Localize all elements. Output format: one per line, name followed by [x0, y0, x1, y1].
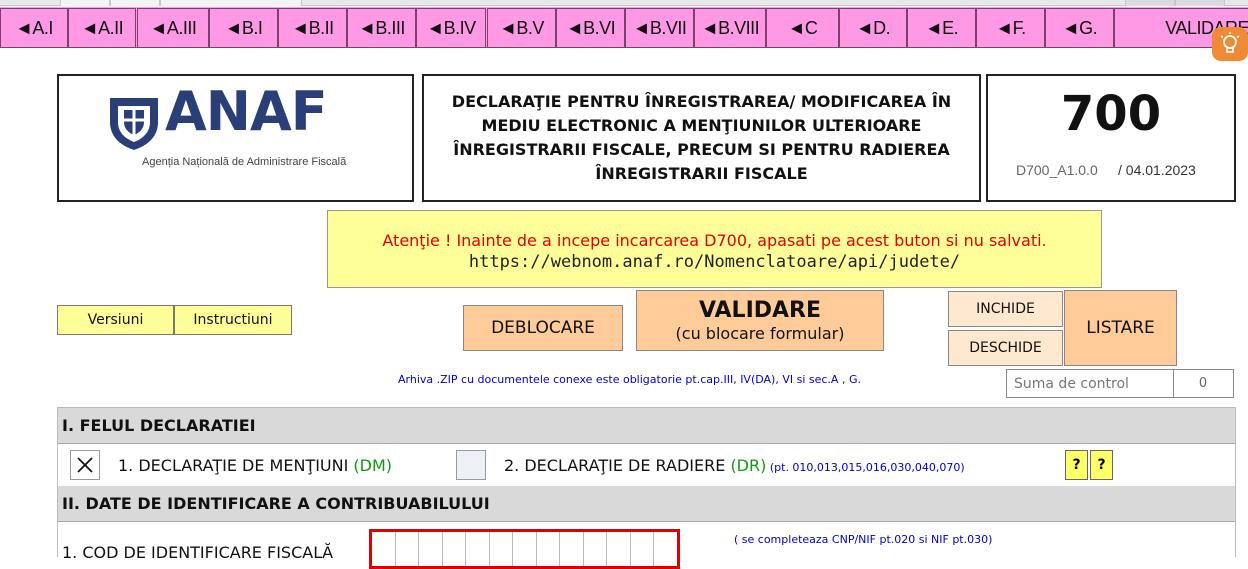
nav-btn-b6[interactable]: ◄B.VI	[556, 8, 625, 48]
nav-btn-b5[interactable]: ◄B.V	[487, 8, 556, 48]
nav-btn-b4[interactable]: ◄B.IV	[416, 8, 486, 48]
inchide-button[interactable]: INCHIDE	[948, 291, 1063, 327]
lightbulb-icon[interactable]	[1212, 27, 1248, 61]
cif-row: 1. COD DE IDENTIFICARE FISCALĂ ( se comp…	[58, 523, 1235, 569]
suma-control-field: Suma de control 0	[1006, 369, 1234, 398]
judete-notice-button[interactable]: Atenţie ! Inainte de a incepe incarcarea…	[327, 210, 1102, 288]
form-version: D700_A1.0.0	[1016, 162, 1098, 178]
form-number-box: 700 D700_A1.0.0 / 04.01.2023	[986, 74, 1236, 202]
declaration-type-row: 1. DECLARAŢIE DE MENŢIUNI (DM) 2. DECLAR…	[58, 445, 1235, 485]
nav-btn-f[interactable]: ◄F.	[976, 8, 1045, 48]
anaf-shield-icon	[108, 96, 160, 156]
cif-digit-cell	[396, 532, 420, 566]
top-strip-tab	[110, 0, 160, 6]
cif-digit-cell	[607, 532, 631, 566]
nav-btn-g[interactable]: ◄G.	[1045, 8, 1114, 48]
cif-digit-cell	[560, 532, 584, 566]
dm-checkbox[interactable]	[70, 450, 100, 480]
nav-btn-b3[interactable]: ◄B.III	[347, 8, 416, 48]
section-date-identificare-header: II. DATE DE IDENTIFICARE A CONTRIBUABILU…	[58, 486, 1235, 522]
cif-digit-cell	[372, 532, 396, 566]
listare-button[interactable]: LISTARE	[1064, 290, 1177, 366]
cif-digit-cell	[584, 532, 608, 566]
deschide-button[interactable]: DESCHIDE	[948, 330, 1063, 366]
nav-btn-a3[interactable]: ◄A.III	[137, 8, 209, 48]
dm-label-text: 1. DECLARAŢIE DE MENŢIUNI	[118, 456, 354, 475]
cif-digit-cell	[490, 532, 514, 566]
help-button-dr[interactable]: ?	[1090, 450, 1113, 480]
nav-btn-a1[interactable]: ◄A.I	[0, 8, 68, 48]
logo-box: ANAF Agenția Națională de Administrare F…	[57, 74, 414, 202]
nav-btn-b2[interactable]: ◄B.II	[278, 8, 347, 48]
validare-sublabel: (cu blocare formular)	[675, 323, 845, 343]
form-date: / 04.01.2023	[1118, 162, 1196, 178]
form-number: 700	[1060, 86, 1162, 142]
top-strip-tab	[60, 0, 110, 6]
x-mark-icon	[77, 457, 93, 473]
cif-digit-cell	[537, 532, 561, 566]
help-button-dm[interactable]: ?	[1065, 450, 1088, 480]
declaration-title: DECLARAŢIE PENTRU ÎNREGISTRAREA/ MODIFIC…	[451, 92, 952, 183]
nav-btn-d[interactable]: ◄D.	[839, 8, 907, 48]
notice-url-text: https://webnom.anaf.ro/Nomenclatoare/api…	[468, 252, 961, 272]
anaf-logo-subtitle: Agenția Națională de Administrare Fiscal…	[142, 156, 347, 168]
instructiuni-button[interactable]: Instructiuni	[174, 305, 292, 335]
top-strip-tab	[1125, 0, 1175, 6]
cif-digit-cell	[443, 532, 467, 566]
dr-note: (pt. 010,013,015,016,030,040,070)	[766, 461, 965, 474]
notice-warning-text: Atenţie ! Inainte de a incepe incarcarea…	[382, 231, 1047, 250]
dm-code: (DM)	[353, 456, 393, 475]
deblocare-label: DEBLOCARE	[491, 318, 595, 338]
cif-digit-cell	[419, 532, 443, 566]
form-body: I. FELUL DECLARATIEI 1. DECLARAŢIE DE ME…	[57, 407, 1236, 569]
suma-control-label: Suma de control	[1014, 376, 1129, 392]
validare-label: VALIDARE	[698, 297, 822, 323]
cif-note: ( se completeaza CNP/NIF pt.020 si NIF p…	[734, 533, 993, 546]
suma-control-value: 0	[1198, 376, 1208, 391]
listare-label: LISTARE	[1086, 318, 1155, 338]
cif-digit-cell	[513, 532, 537, 566]
validare-button[interactable]: VALIDARE (cu blocare formular)	[636, 290, 884, 351]
dr-label-text: 2. DECLARAŢIE DE RADIERE	[504, 456, 731, 475]
nav-btn-c[interactable]: ◄C	[766, 8, 839, 48]
nav-btn-b7[interactable]: ◄B.VII	[625, 8, 694, 48]
section-felul-declaratiei-header: I. FELUL DECLARATIEI	[58, 408, 1235, 444]
anaf-logo-text: ANAF	[165, 80, 328, 143]
nav-btn-b8[interactable]: ◄B.VIII	[694, 8, 766, 48]
deblocare-button[interactable]: DEBLOCARE	[463, 305, 623, 351]
nav-btn-e[interactable]: ◄E.	[907, 8, 976, 48]
cif-label: 1. COD DE IDENTIFICARE FISCALĂ	[62, 543, 334, 562]
cif-digit-cell	[654, 532, 677, 566]
cif-digit-cell	[466, 532, 490, 566]
top-strip	[0, 0, 1248, 6]
dm-option-label: 1. DECLARAŢIE DE MENŢIUNI (DM)	[118, 456, 392, 475]
dr-option-label: 2. DECLARAŢIE DE RADIERE (DR) (pt. 010,0…	[504, 456, 965, 475]
cif-digit-cell	[631, 532, 655, 566]
top-strip-tab	[1175, 0, 1225, 6]
nav-btn-b1[interactable]: ◄B.I	[209, 8, 278, 48]
top-strip-tab	[160, 0, 302, 6]
versiuni-button[interactable]: Versiuni	[57, 305, 174, 335]
arhiva-note: Arhiva .ZIP cu documentele conexe este o…	[398, 373, 861, 386]
cif-input[interactable]	[369, 529, 680, 569]
declaration-title-box: DECLARAŢIE PENTRU ÎNREGISTRAREA/ MODIFIC…	[422, 74, 981, 202]
dr-checkbox[interactable]	[456, 450, 486, 480]
section-nav-bar: ◄A.I ◄A.II ◄A.III ◄B.I ◄B.II ◄B.III ◄B.I…	[0, 7, 1248, 48]
dr-code: (DR)	[730, 456, 767, 475]
nav-btn-a2[interactable]: ◄A.II	[68, 8, 136, 48]
